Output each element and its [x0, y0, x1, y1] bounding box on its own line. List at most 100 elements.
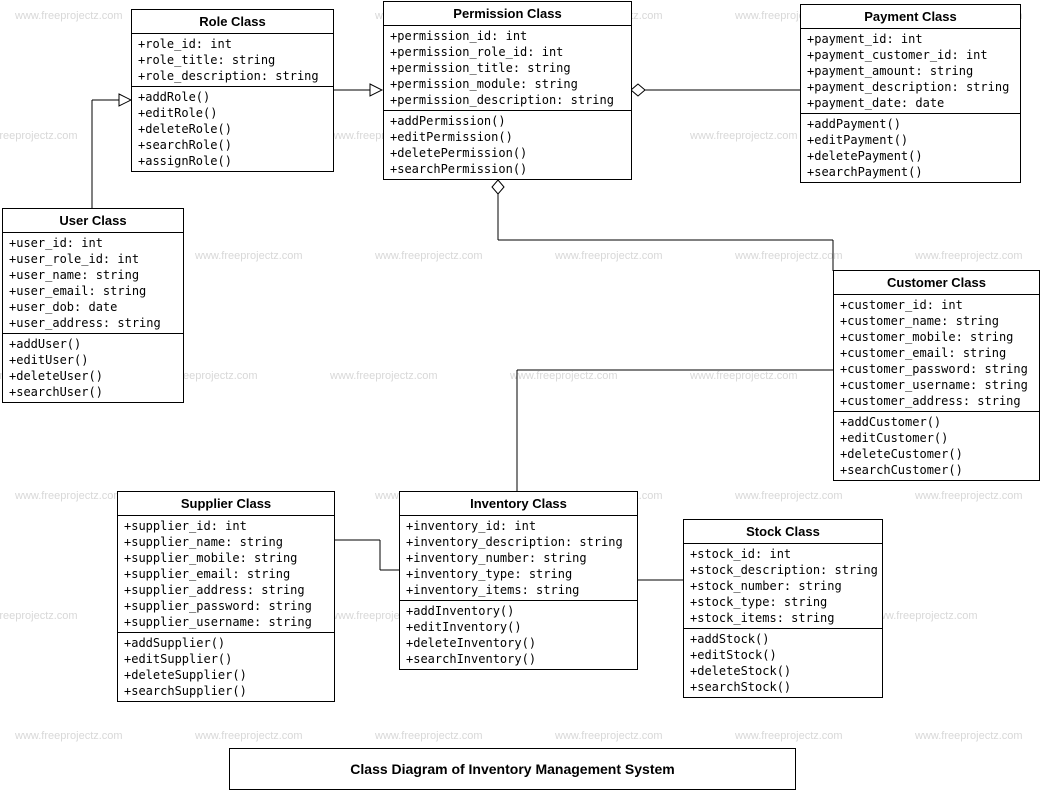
class-user: User Class +user_id: int+user_role_id: i…	[2, 208, 184, 403]
class-member: +inventory_description: string	[404, 534, 633, 550]
class-member: +stock_items: string	[688, 610, 878, 626]
class-title: Supplier Class	[118, 492, 334, 516]
class-member: +editCustomer()	[838, 430, 1035, 446]
class-member: +permission_role_id: int	[388, 44, 627, 60]
class-member: +searchRole()	[136, 137, 329, 153]
class-member: +deletePayment()	[805, 148, 1016, 164]
class-member: +customer_id: int	[838, 297, 1035, 313]
class-title: Permission Class	[384, 2, 631, 26]
class-member: +deleteSupplier()	[122, 667, 330, 683]
class-member: +searchCustomer()	[838, 462, 1035, 478]
diagram-caption: Class Diagram of Inventory Management Sy…	[229, 748, 796, 790]
class-member: +deleteUser()	[7, 368, 179, 384]
class-stock: Stock Class +stock_id: int+stock_descrip…	[683, 519, 883, 698]
class-member: +addRole()	[136, 89, 329, 105]
class-member: +editRole()	[136, 105, 329, 121]
class-member: +searchPayment()	[805, 164, 1016, 180]
class-member: +customer_username: string	[838, 377, 1035, 393]
class-member: +customer_address: string	[838, 393, 1035, 409]
class-title: Payment Class	[801, 5, 1020, 29]
class-member: +permission_id: int	[388, 28, 627, 44]
watermark-text: www.freeprojectz.com	[870, 610, 978, 622]
class-member: +editInventory()	[404, 619, 633, 635]
class-member: +supplier_username: string	[122, 614, 330, 630]
watermark-text: www.freeprojectz.com	[15, 10, 123, 22]
class-member: +inventory_type: string	[404, 566, 633, 582]
attrs: +stock_id: int+stock_description: string…	[684, 544, 882, 629]
class-member: +editPermission()	[388, 129, 627, 145]
class-member: +user_email: string	[7, 283, 179, 299]
attrs: +permission_id: int+permission_role_id: …	[384, 26, 631, 111]
class-member: +payment_description: string	[805, 79, 1016, 95]
class-member: +payment_id: int	[805, 31, 1016, 47]
attrs: +inventory_id: int+inventory_description…	[400, 516, 637, 601]
class-member: +user_dob: date	[7, 299, 179, 315]
class-member: +editSupplier()	[122, 651, 330, 667]
watermark-text: www.freeprojectz.com	[915, 730, 1023, 742]
ops: +addStock()+editStock()+deleteStock()+se…	[684, 629, 882, 697]
class-member: +inventory_id: int	[404, 518, 633, 534]
watermark-text: www.freeprojectz.com	[555, 730, 663, 742]
watermark-text: www.freeprojectz.com	[330, 370, 438, 382]
class-member: +role_id: int	[136, 36, 329, 52]
class-title: User Class	[3, 209, 183, 233]
class-member: +supplier_name: string	[122, 534, 330, 550]
class-title: Stock Class	[684, 520, 882, 544]
watermark-text: www.freeprojectz.com	[915, 490, 1023, 502]
ops: +addUser()+editUser()+deleteUser()+searc…	[3, 334, 183, 402]
class-title: Role Class	[132, 10, 333, 34]
watermark-text: www.freeprojectz.com	[0, 610, 78, 622]
class-member: +payment_customer_id: int	[805, 47, 1016, 63]
class-member: +searchStock()	[688, 679, 878, 695]
class-member: +addUser()	[7, 336, 179, 352]
class-member: +supplier_password: string	[122, 598, 330, 614]
watermark-text: www.freeprojectz.com	[735, 250, 843, 262]
class-member: +supplier_email: string	[122, 566, 330, 582]
class-member: +role_description: string	[136, 68, 329, 84]
watermark-text: www.freeprojectz.com	[375, 730, 483, 742]
class-member: +supplier_mobile: string	[122, 550, 330, 566]
class-member: +customer_password: string	[838, 361, 1035, 377]
class-member: +editPayment()	[805, 132, 1016, 148]
class-member: +stock_type: string	[688, 594, 878, 610]
ops: +addInventory()+editInventory()+deleteIn…	[400, 601, 637, 669]
class-member: +customer_mobile: string	[838, 329, 1035, 345]
class-member: +addPayment()	[805, 116, 1016, 132]
class-member: +stock_id: int	[688, 546, 878, 562]
diagram-canvas: // placeholder so template exists; actua…	[0, 0, 1047, 792]
class-member: +searchSupplier()	[122, 683, 330, 699]
attrs: +customer_id: int+customer_name: string+…	[834, 295, 1039, 412]
attrs: +payment_id: int+payment_customer_id: in…	[801, 29, 1020, 114]
class-supplier: Supplier Class +supplier_id: int+supplie…	[117, 491, 335, 702]
class-title: Customer Class	[834, 271, 1039, 295]
class-member: +user_role_id: int	[7, 251, 179, 267]
class-role: Role Class +role_id: int+role_title: str…	[131, 9, 334, 172]
class-member: +deleteStock()	[688, 663, 878, 679]
class-member: +addSupplier()	[122, 635, 330, 651]
class-permission: Permission Class +permission_id: int+per…	[383, 1, 632, 180]
ops: +addCustomer()+editCustomer()+deleteCust…	[834, 412, 1039, 480]
class-member: +deleteInventory()	[404, 635, 633, 651]
watermark-text: www.freeprojectz.com	[15, 730, 123, 742]
class-member: +searchUser()	[7, 384, 179, 400]
class-member: +user_id: int	[7, 235, 179, 251]
class-member: +permission_module: string	[388, 76, 627, 92]
watermark-text: www.freeprojectz.com	[510, 370, 618, 382]
class-member: +addPermission()	[388, 113, 627, 129]
class-member: +supplier_id: int	[122, 518, 330, 534]
watermark-text: www.freeprojectz.com	[735, 490, 843, 502]
watermark-text: www.freeprojectz.com	[375, 250, 483, 262]
class-member: +addCustomer()	[838, 414, 1035, 430]
watermark-text: www.freeprojectz.com	[0, 130, 78, 142]
ops: +addPermission()+editPermission()+delete…	[384, 111, 631, 179]
class-member: +deletePermission()	[388, 145, 627, 161]
watermark-text: www.freeprojectz.com	[690, 370, 798, 382]
class-customer: Customer Class +customer_id: int+custome…	[833, 270, 1040, 481]
class-member: +editUser()	[7, 352, 179, 368]
class-member: +searchPermission()	[388, 161, 627, 177]
attrs: +role_id: int+role_title: string+role_de…	[132, 34, 333, 87]
watermark-text: www.freeprojectz.com	[915, 250, 1023, 262]
class-member: +deleteCustomer()	[838, 446, 1035, 462]
class-member: +stock_number: string	[688, 578, 878, 594]
class-member: +payment_date: date	[805, 95, 1016, 111]
